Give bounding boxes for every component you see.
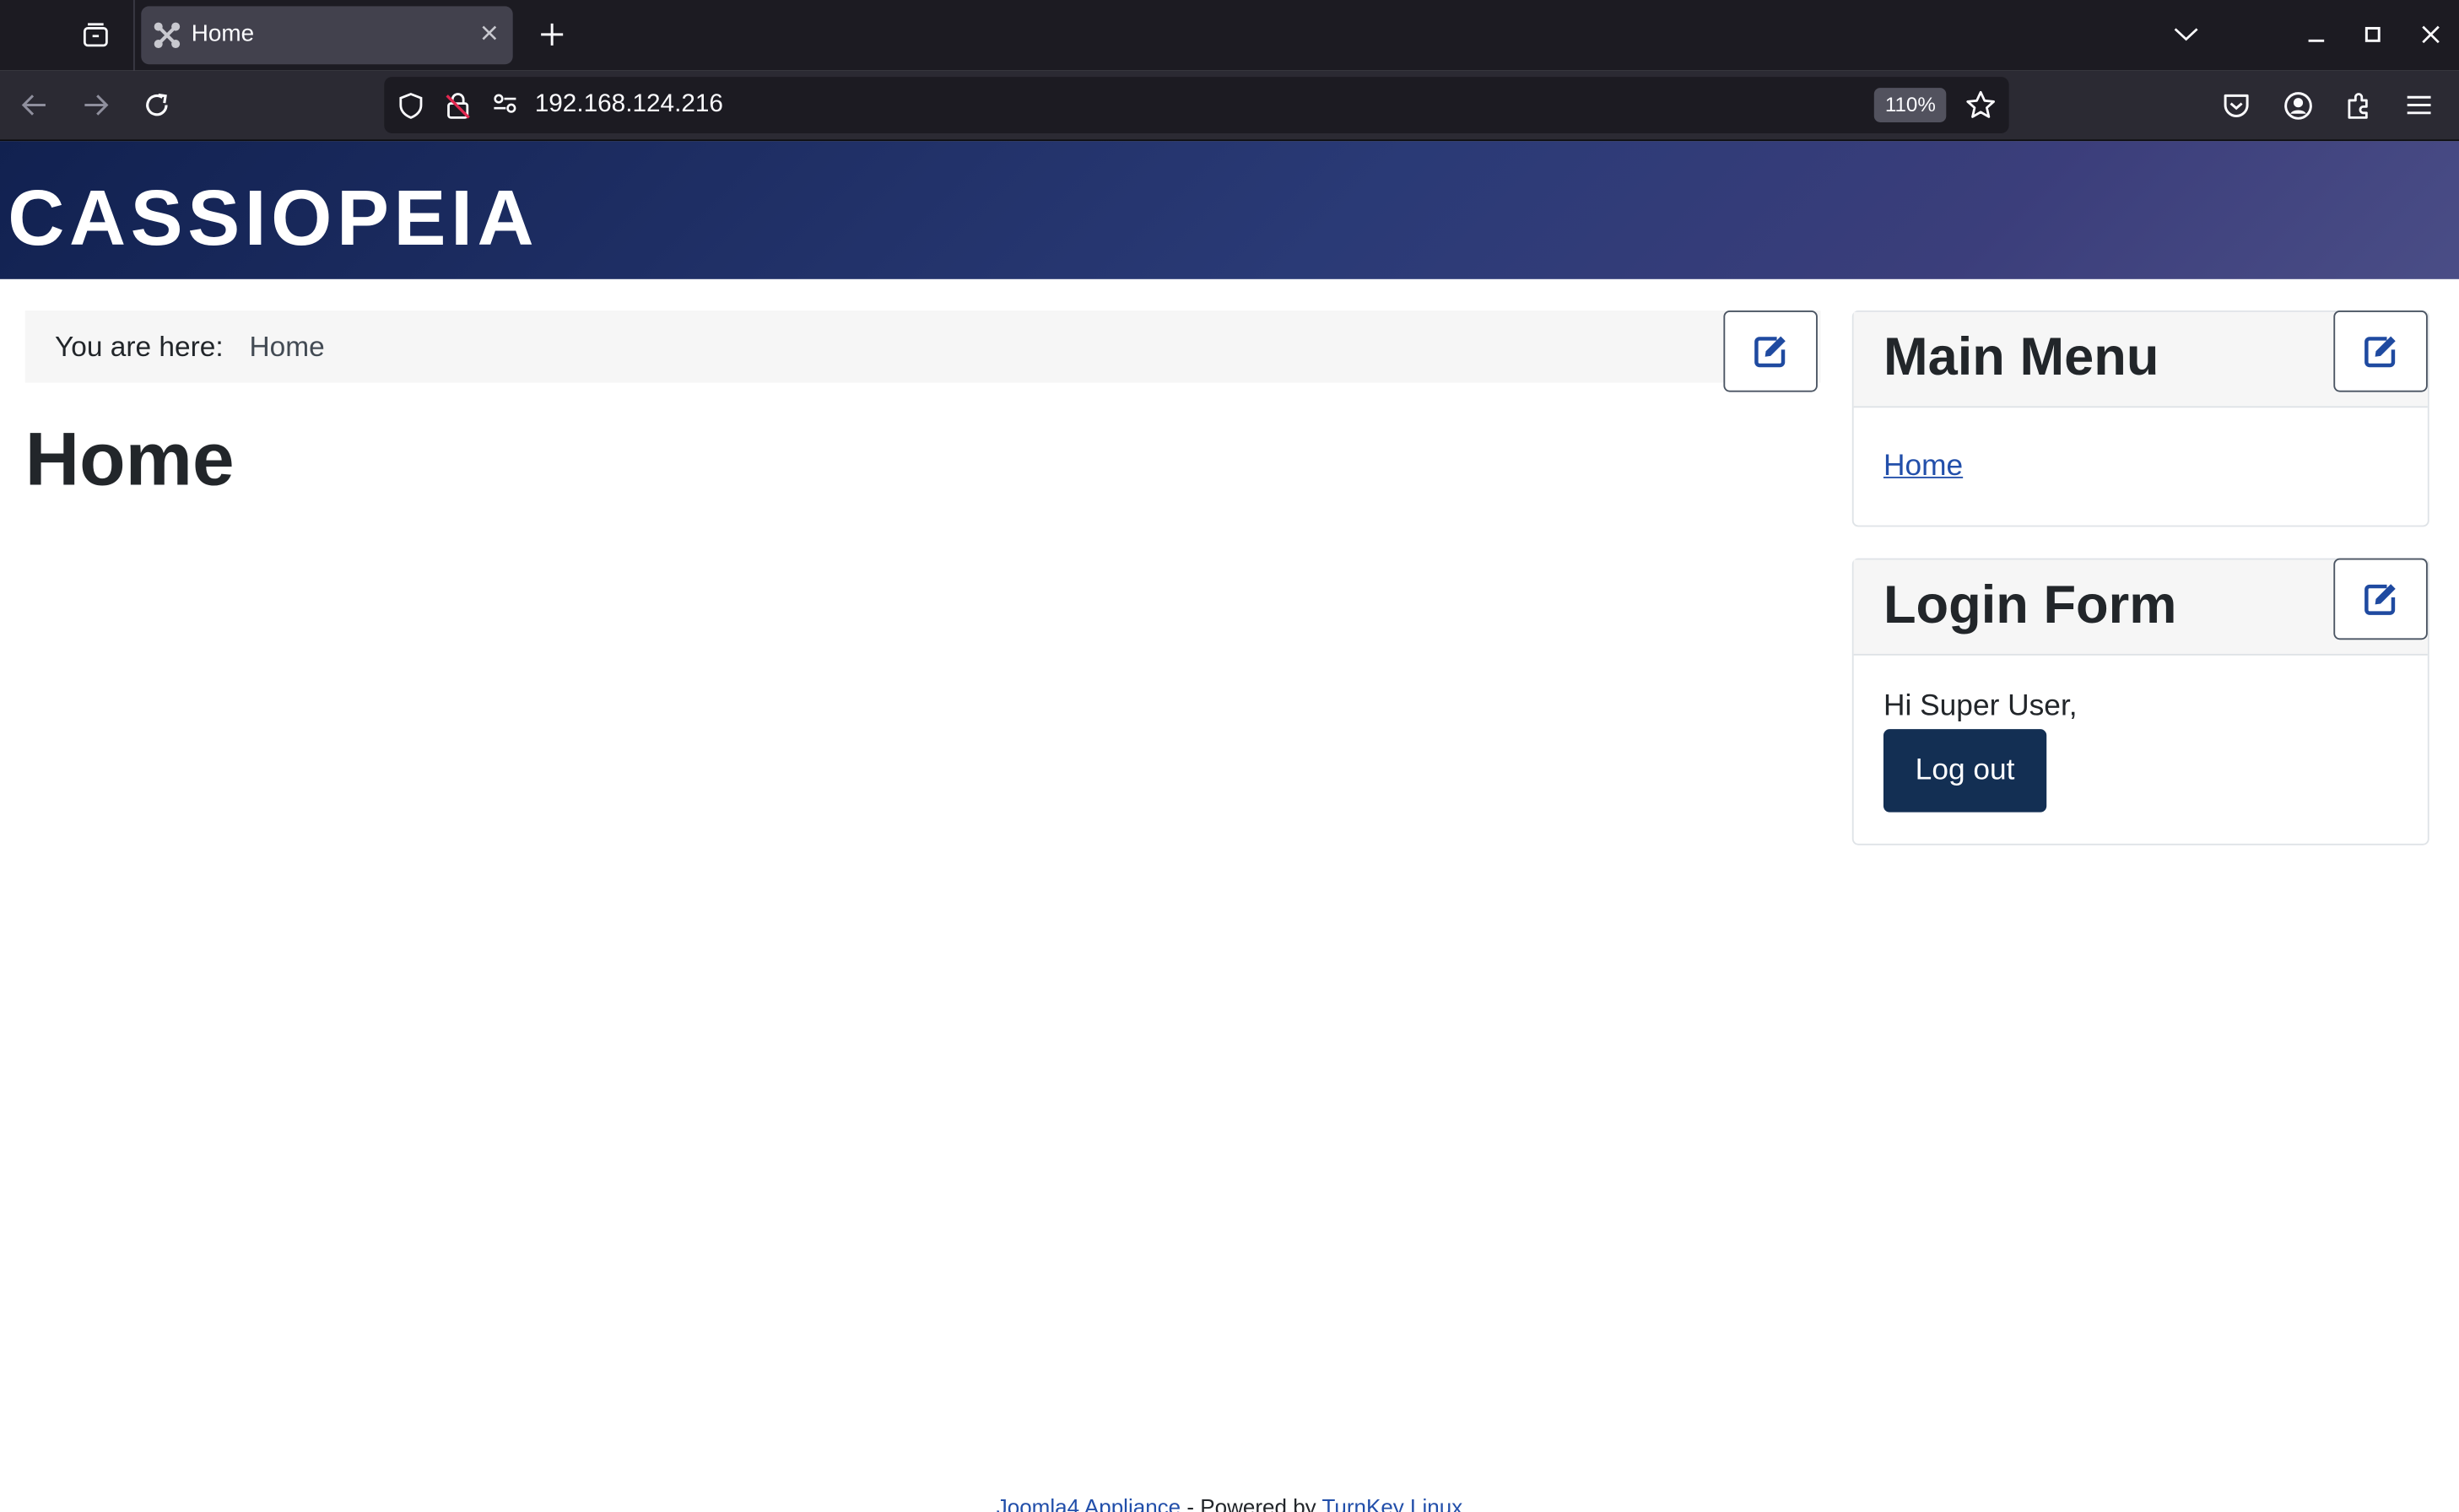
reload-button[interactable] (133, 82, 181, 129)
window-close-icon (2421, 25, 2440, 44)
url-text: 192.168.124.216 (534, 90, 723, 118)
minimize-button[interactable] (2294, 13, 2338, 57)
joomla-favicon-icon (154, 22, 181, 49)
minimize-icon (2307, 25, 2326, 44)
edit-icon (2364, 581, 2398, 616)
main-menu-module: Main Menu Home (1851, 310, 2429, 527)
main-menu-header: Main Menu (1853, 310, 2428, 408)
account-button[interactable] (2280, 88, 2315, 122)
close-icon[interactable] (478, 22, 500, 44)
tab-separator (132, 0, 135, 71)
breadcrumb-label: You are here: (55, 331, 224, 363)
extensions-button[interactable] (2342, 88, 2376, 122)
site-brand-logo[interactable]: CASSIOPEIA (8, 172, 538, 263)
shield-icon[interactable] (398, 93, 424, 120)
browser-tab[interactable]: Home (141, 6, 513, 65)
extensions-icon (2344, 91, 2372, 119)
page-title: Home (24, 418, 235, 502)
menu-button[interactable] (2401, 88, 2435, 122)
list-all-tabs-button[interactable] (2167, 13, 2205, 57)
forward-button[interactable] (72, 82, 119, 129)
pocket-icon (2222, 92, 2250, 119)
reload-icon (143, 91, 170, 119)
forward-icon (82, 93, 110, 118)
edit-login-form-button[interactable] (2333, 558, 2428, 640)
back-icon (20, 93, 48, 118)
footer-appliance-link[interactable]: Joomla4 Appliance (997, 1494, 1181, 1512)
address-bar[interactable]: 192.168.124.216 110% (384, 77, 2009, 133)
maximize-button[interactable] (2351, 13, 2395, 57)
pocket-button[interactable] (2219, 88, 2254, 122)
breadcrumb-current: Home (249, 331, 325, 363)
browser-nav-bar: 192.168.124.216 110% (0, 70, 2459, 142)
maximize-icon (2364, 25, 2382, 44)
login-form-module: Login Form Hi Super User, Log out (1851, 558, 2429, 845)
tab-title: Home (191, 20, 255, 47)
tab-list-icon (82, 22, 110, 47)
breadcrumb: You are here: Home (24, 310, 1821, 383)
edit-main-menu-button[interactable] (2333, 310, 2428, 392)
new-tab-icon (539, 22, 565, 47)
menu-icon (2405, 94, 2432, 116)
account-icon (2283, 90, 2312, 120)
edit-icon (1754, 334, 1788, 369)
site-permissions-icon[interactable] (493, 93, 518, 115)
zoom-indicator[interactable]: 110% (1873, 88, 1947, 122)
footer-turnkey-link[interactable]: TurnKey Linux (1321, 1494, 1462, 1512)
edit-icon (2364, 334, 2398, 369)
bookmark-star-icon[interactable] (1965, 89, 1997, 121)
back-button[interactable] (11, 82, 58, 129)
site-header: CASSIOPEIA (0, 141, 2459, 279)
main-menu-title: Main Menu (1883, 327, 2159, 388)
footer-separator: - Powered by (1181, 1494, 1322, 1512)
browser-tab-bar: Home (0, 0, 2459, 71)
site-footer: Joomla4 Appliance - Powered by TurnKey L… (0, 1494, 2459, 1512)
menu-item-home[interactable]: Home (1883, 450, 1963, 484)
logout-button[interactable]: Log out (1883, 729, 2047, 813)
login-form-title: Login Form (1883, 575, 2177, 635)
login-form-header: Login Form (1853, 558, 2428, 656)
login-greeting: Hi Super User, (1883, 689, 2078, 723)
insecure-lock-icon[interactable] (446, 93, 471, 120)
new-tab-button[interactable] (530, 11, 574, 58)
edit-breadcrumb-module-button[interactable] (1723, 310, 1818, 392)
tab-list-button[interactable] (69, 9, 122, 59)
window-close-button[interactable] (2409, 13, 2453, 57)
list-all-tabs-icon (2174, 27, 2199, 43)
